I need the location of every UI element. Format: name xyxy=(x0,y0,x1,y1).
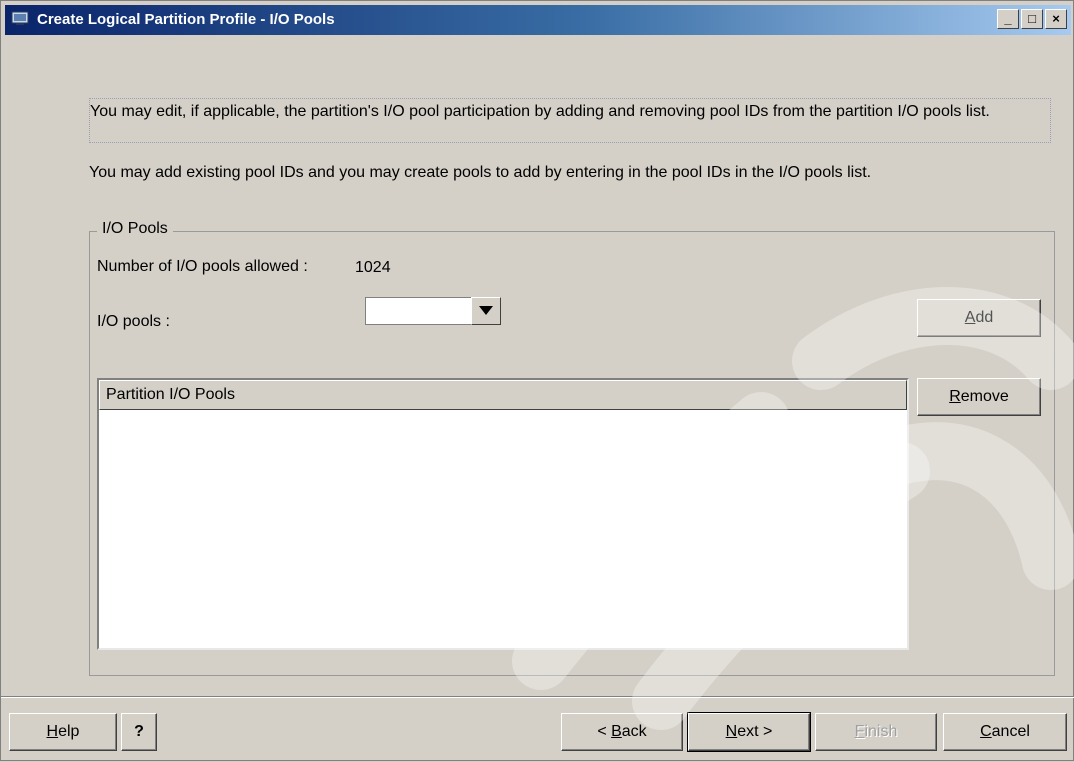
dialog-window: Create Logical Partition Profile - I/O P… xyxy=(0,0,1074,761)
io-pools-combobox[interactable] xyxy=(365,297,501,325)
next-button[interactable]: Next > xyxy=(687,712,811,752)
add-mnemonic: A xyxy=(964,309,976,326)
triangle-down-icon xyxy=(479,306,493,315)
close-icon: × xyxy=(1052,11,1060,26)
maximize-button[interactable]: □ xyxy=(1021,9,1043,29)
remove-button[interactable]: Remove xyxy=(917,378,1041,416)
partition-io-pools-header[interactable]: Partition I/O Pools xyxy=(99,380,907,410)
finish-button: Finish xyxy=(815,713,937,751)
back-button[interactable]: < Back xyxy=(561,713,683,751)
io-pools-combo-field[interactable] xyxy=(365,297,471,325)
intro-paragraph-1: You may edit, if applicable, the partiti… xyxy=(89,98,1051,143)
add-button[interactable]: Add xyxy=(917,299,1041,337)
back-label-rest: ack xyxy=(621,723,647,740)
partition-io-pools-list[interactable]: Partition I/O Pools xyxy=(97,378,909,650)
back-prefix: < xyxy=(597,723,612,740)
finish-label-rest: inish xyxy=(864,723,898,740)
cancel-label-rest: ancel xyxy=(991,723,1030,740)
pools-allowed-value: 1024 xyxy=(355,259,391,276)
io-pools-dropdown-button[interactable] xyxy=(471,297,501,325)
minimize-button[interactable]: _ xyxy=(997,9,1019,29)
io-pools-label: I/O pools : xyxy=(97,313,170,330)
io-pools-group-title: I/O Pools xyxy=(97,220,173,238)
question-icon[interactable]: ? xyxy=(121,713,157,751)
next-mnemonic: N xyxy=(725,723,738,740)
window-title: Create Logical Partition Profile - I/O P… xyxy=(37,11,335,28)
minimize-icon: _ xyxy=(1004,11,1012,26)
pools-allowed-label: Number of I/O pools allowed : xyxy=(97,258,308,275)
title-bar[interactable]: Create Logical Partition Profile - I/O P… xyxy=(5,5,1071,35)
add-label-rest: dd xyxy=(975,309,994,326)
maximize-icon: □ xyxy=(1028,11,1036,26)
cancel-button[interactable]: Cancel xyxy=(943,713,1067,751)
back-mnemonic: B xyxy=(611,723,622,740)
next-label-rest: ext > xyxy=(737,723,773,740)
intro-paragraph-2: You may add existing pool IDs and you ma… xyxy=(89,164,872,181)
help-button[interactable]: Help xyxy=(9,713,117,751)
close-button[interactable]: × xyxy=(1045,9,1067,29)
finish-mnemonic: F xyxy=(854,723,865,740)
remove-label-rest: emove xyxy=(960,388,1009,405)
monitor-icon xyxy=(11,11,29,25)
help-label-rest: elp xyxy=(58,723,80,740)
footer-separator xyxy=(1,696,1074,698)
help-mnemonic: H xyxy=(46,723,59,740)
cancel-mnemonic: C xyxy=(980,723,992,740)
remove-mnemonic: R xyxy=(949,388,961,405)
